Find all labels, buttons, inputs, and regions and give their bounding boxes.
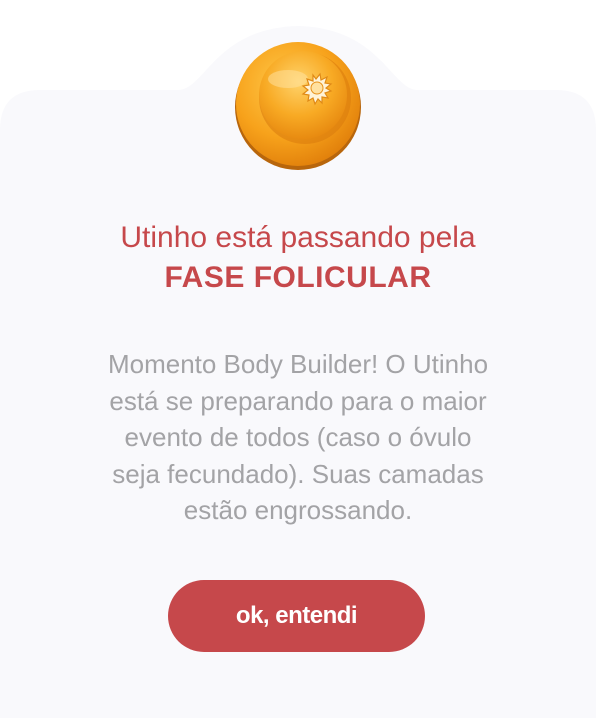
ok-understood-button[interactable]: ok, entendi	[168, 580, 425, 652]
orange-follicle-icon	[228, 41, 368, 171]
dialog-title: Utinho está passando pela FASE FOLICULAR	[0, 218, 596, 298]
title-line-1: Utinho está passando pela	[120, 221, 476, 254]
message-line: evento de todos (caso o óvulo	[124, 422, 472, 452]
message-line: seja fecundado). Suas camadas	[112, 458, 484, 489]
phase-info-dialog: Utinho está passando pela FASE FOLICULAR…	[0, 0, 596, 718]
message-line: estão engrossando.	[183, 495, 413, 525]
message-line: Momento Body Builder! O Utinho	[107, 349, 489, 379]
dialog-message: Momento Body Builder! O Utinho está se p…	[50, 346, 546, 529]
message-line: está se preparando para o maior	[109, 385, 487, 416]
phase-name: FASE FOLICULAR	[164, 261, 432, 294]
